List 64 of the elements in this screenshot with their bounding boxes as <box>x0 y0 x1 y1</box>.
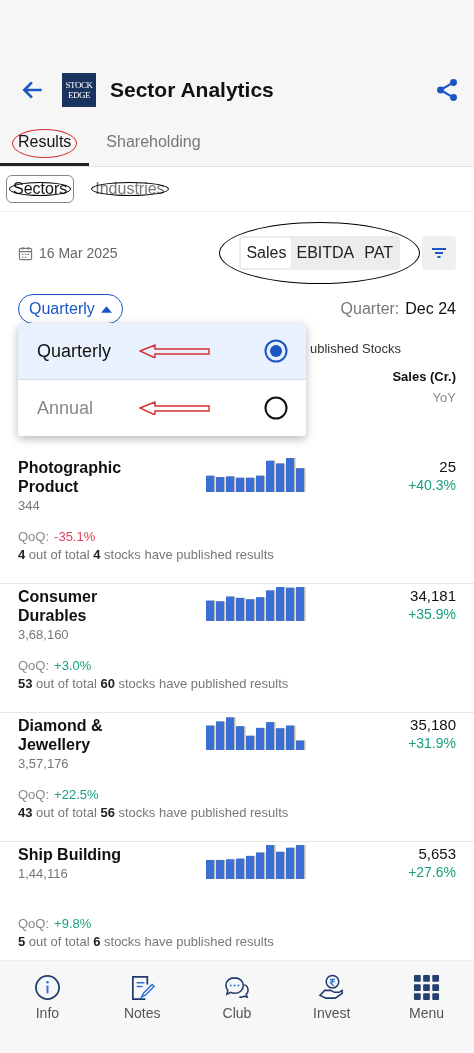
published-count: 5 out of total 6 stocks have published results <box>18 934 275 949</box>
tab[interactable]: Shareholding <box>89 120 218 166</box>
column-subheader: YoY <box>432 390 456 405</box>
sector-value: 1,44,116 <box>18 866 69 881</box>
tab[interactable]: Results <box>0 120 90 166</box>
page-title: Sector Analytics <box>110 78 275 102</box>
app-logo: STOCK EDGE <box>62 73 96 107</box>
sales-value: 35,180 <box>410 716 456 733</box>
sector-value: 3,68,160 <box>18 627 70 642</box>
nav-item[interactable]: Club <box>189 973 285 1022</box>
filter-button[interactable] <box>422 236 456 270</box>
nav-item[interactable]: Menu <box>379 973 474 1022</box>
qoq-change: -35.1% <box>54 529 96 544</box>
coin-hand-icon <box>318 974 346 1001</box>
dropdown-option[interactable]: Annual <box>18 380 306 436</box>
yoy-change: +40.3% <box>408 477 456 493</box>
published-count: 43 out of total 56 stocks have published results <box>18 805 290 820</box>
quarter-label: Quarter: <box>340 300 400 318</box>
dropdown-option[interactable]: Quarterly <box>18 323 306 380</box>
nav-item[interactable]: Info <box>0 973 95 1022</box>
qoq-label: QoQ: <box>18 529 50 544</box>
calendar-icon <box>18 245 33 261</box>
sector-name[interactable]: Ship Building <box>18 845 138 864</box>
sector-name[interactable]: Consumer Durables <box>18 587 138 625</box>
sector-value: 344 <box>18 498 41 513</box>
metric-option[interactable]: Sales <box>241 238 292 268</box>
filter-chip[interactable]: Sectors <box>6 175 75 203</box>
sales-value: 25 <box>439 458 456 475</box>
period-dropdown[interactable]: Quarterly <box>18 294 123 324</box>
qoq-label: QoQ: <box>18 787 50 802</box>
qoq-change: +22.5% <box>54 787 99 802</box>
option-label: Annual <box>37 397 95 419</box>
qoq-label: QoQ: <box>18 658 50 673</box>
column-header: Sales (Cr.) <box>392 369 456 384</box>
sector-value: 3,57,176 <box>18 756 70 771</box>
filter-icon <box>431 247 447 259</box>
radio-checked-icon <box>264 339 288 363</box>
published-count: 53 out of total 60 stocks have published results <box>18 676 290 691</box>
grid-menu-icon <box>413 974 441 1001</box>
published-count: 4 out of total 4 stocks have published results <box>18 547 275 562</box>
info-icon <box>33 974 61 1001</box>
option-label: Quarterly <box>37 340 113 362</box>
yoy-change: +27.6% <box>408 864 456 880</box>
share-icon[interactable] <box>434 77 460 103</box>
metric-option[interactable]: EBITDA <box>291 238 360 268</box>
chat-icon <box>223 974 251 1001</box>
sales-value: 34,181 <box>410 587 456 604</box>
radio-unchecked-icon <box>264 396 288 420</box>
nav-item[interactable]: Invest <box>284 973 380 1022</box>
metric-option[interactable]: PAT <box>359 238 398 268</box>
qoq-label: QoQ: <box>18 916 50 931</box>
qoq-change: +3.0% <box>54 658 92 673</box>
caret-up-icon <box>100 305 112 313</box>
yoy-change: +35.9% <box>408 606 456 622</box>
date-label: 16 Mar 2025 <box>39 245 118 261</box>
qoq-change: +9.8% <box>54 916 92 931</box>
published-note: ublished Stocks <box>310 340 402 356</box>
sales-value: 5,653 <box>418 845 456 862</box>
nav-item[interactable]: Notes <box>94 973 190 1022</box>
sector-name[interactable]: Photographic Product <box>18 458 138 496</box>
sector-name[interactable]: Diamond & Jewellery <box>18 716 138 754</box>
yoy-change: +31.9% <box>408 735 456 751</box>
quarter-value: Dec 24 <box>405 300 456 318</box>
filter-chip[interactable]: Industries <box>88 175 172 203</box>
